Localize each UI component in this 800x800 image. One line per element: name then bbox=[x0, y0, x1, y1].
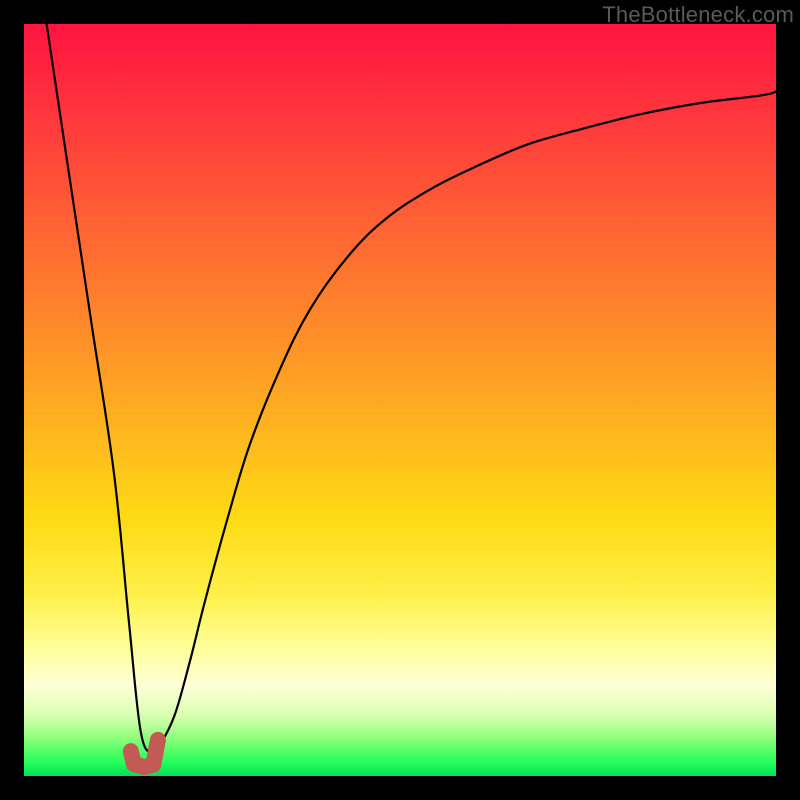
bottleneck-curve bbox=[47, 24, 776, 754]
chart-frame bbox=[24, 24, 776, 776]
watermark-text: TheBottleneck.com bbox=[602, 2, 794, 28]
chart-svg bbox=[24, 24, 776, 776]
